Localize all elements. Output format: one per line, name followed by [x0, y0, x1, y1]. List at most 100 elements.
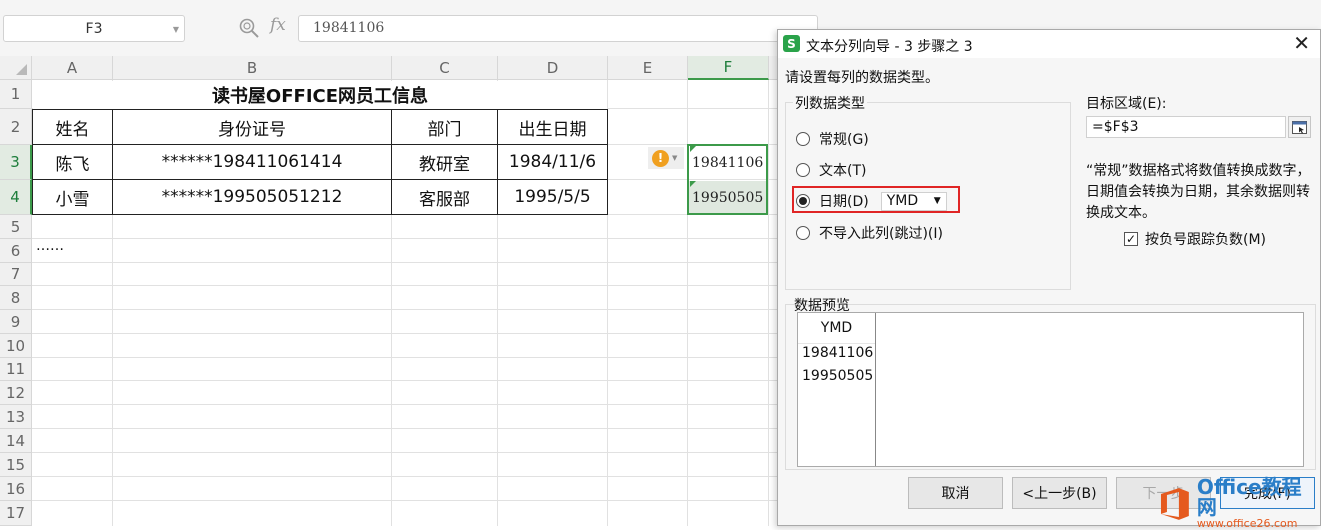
range-select-icon-graphic — [1292, 120, 1307, 134]
formula-input[interactable]: 19841106 — [298, 15, 818, 42]
ellipsis-cell[interactable]: …… — [36, 238, 64, 254]
preview-column-header: YMD — [798, 313, 875, 344]
column-header-e[interactable]: E — [608, 56, 688, 80]
radio-general[interactable]: 常规(G) — [796, 129, 869, 149]
row-header[interactable]: 3 — [0, 145, 32, 180]
radio-label: 常规(G) — [819, 132, 869, 148]
cancel-button[interactable]: 取消 — [908, 477, 1003, 509]
row-header[interactable]: 4 — [0, 180, 32, 215]
preview-row: 19841106 — [802, 345, 874, 361]
row-header[interactable]: 12 — [0, 381, 32, 405]
gridline — [32, 428, 792, 429]
range-select-icon[interactable] — [1288, 116, 1311, 138]
app-icon: S — [783, 35, 800, 52]
radio-label: 不导入此列(跳过)(I) — [819, 226, 943, 242]
name-box[interactable]: F3 ▼ — [3, 15, 185, 42]
data-preview-box[interactable]: YMD 19841106 19950505 — [797, 312, 1304, 467]
radio-button[interactable] — [796, 226, 810, 240]
destination-input[interactable]: =$F$3 — [1086, 116, 1286, 138]
gridline — [32, 380, 792, 381]
radio-button[interactable] — [796, 163, 810, 177]
zoom-icon[interactable] — [238, 17, 260, 39]
row-header[interactable]: 11 — [0, 358, 32, 381]
preview-row: 19950505 — [802, 368, 874, 384]
text-to-columns-dialog: S 文本分列向导 - 3 步骤之 3 ✕ 请设置每列的数据类型。 列数据类型 常… — [777, 29, 1321, 526]
radio-text[interactable]: 文本(T) — [796, 160, 866, 180]
date-format-value: YMD — [886, 193, 919, 209]
table-cell[interactable]: 客服部 — [391, 179, 498, 215]
radio-date[interactable]: 日期(D) YMD ▼ — [796, 191, 947, 211]
table-header-cell[interactable]: 出生日期 — [497, 109, 608, 145]
table-cell[interactable]: 小雪 — [32, 179, 113, 215]
row-header[interactable]: 7 — [0, 263, 32, 286]
column-header-d[interactable]: D — [498, 56, 608, 80]
f4-cell[interactable]: 19950505 — [688, 181, 768, 214]
select-all-corner[interactable] — [0, 56, 32, 80]
row-header[interactable]: 2 — [0, 109, 32, 145]
destination-label: 目标区域(E): — [1086, 96, 1167, 112]
row-header[interactable]: 8 — [0, 286, 32, 310]
dialog-title: 文本分列向导 - 3 步骤之 3 — [806, 39, 973, 55]
close-icon[interactable]: ✕ — [1293, 33, 1310, 53]
radio-button-selected[interactable] — [796, 194, 810, 208]
column-header-c[interactable]: C — [392, 56, 498, 80]
gridline — [32, 262, 792, 263]
row-header[interactable]: 14 — [0, 429, 32, 453]
error-smart-tag[interactable]: ! ▼ — [648, 147, 684, 169]
table-cell[interactable]: ******198411061414 — [112, 144, 392, 180]
radio-skip-column[interactable]: 不导入此列(跳过)(I) — [796, 223, 943, 243]
gridline — [768, 80, 769, 526]
row-header[interactable]: 1 — [0, 80, 32, 109]
table-header-cell[interactable]: 姓名 — [32, 109, 113, 145]
f3-cell[interactable]: 19841106 — [688, 146, 768, 179]
fx-icon[interactable]: fx — [270, 15, 286, 35]
chevron-down-icon[interactable]: ▼ — [173, 25, 179, 34]
table-cell[interactable]: 1984/11/6 — [497, 144, 608, 180]
row-header[interactable]: 13 — [0, 405, 32, 429]
negative-tracking-checkbox[interactable]: ✓ 按负号跟踪负数(M) — [1124, 229, 1266, 249]
back-button[interactable]: <上一步(B) — [1012, 477, 1107, 509]
column-header-a[interactable]: A — [32, 56, 113, 80]
gridline — [32, 357, 792, 358]
row-header[interactable]: 5 — [0, 215, 32, 239]
gridline — [32, 404, 792, 405]
row-header[interactable]: 6 — [0, 239, 32, 263]
dialog-titlebar[interactable]: S 文本分列向导 - 3 步骤之 3 ✕ — [778, 30, 1320, 58]
gridline — [32, 238, 792, 239]
radio-label: 日期(D) — [819, 194, 869, 210]
next-button[interactable]: 下一步 — [1116, 477, 1211, 509]
table-header-cell[interactable]: 部门 — [391, 109, 498, 145]
number-as-text-indicator — [690, 181, 696, 187]
table-cell[interactable]: 陈飞 — [32, 144, 113, 180]
radio-label: 文本(T) — [819, 163, 867, 179]
row-header[interactable]: 17 — [0, 501, 32, 526]
gridline — [32, 333, 792, 334]
column-header-b[interactable]: B — [113, 56, 392, 80]
row-header[interactable]: 15 — [0, 453, 32, 477]
column-type-group-label: 列数据类型 — [793, 93, 867, 113]
table-cell[interactable]: ******199505051212 — [112, 179, 392, 215]
gridline — [32, 476, 792, 477]
gridline — [32, 309, 792, 310]
checkbox-check-icon[interactable]: ✓ — [1124, 232, 1138, 246]
preview-column[interactable]: YMD 19841106 19950505 — [798, 313, 876, 466]
radio-button[interactable] — [796, 132, 810, 146]
name-box-value: F3 — [85, 20, 103, 37]
chevron-down-icon: ▼ — [933, 196, 941, 206]
number-as-text-indicator — [690, 146, 696, 152]
row-header[interactable]: 16 — [0, 477, 32, 501]
checkbox-label: 按负号跟踪负数(M) — [1145, 232, 1267, 248]
table-header-cell[interactable]: 身份证号 — [112, 109, 392, 145]
gridline — [32, 452, 792, 453]
table-cell[interactable]: 1995/5/5 — [497, 179, 608, 215]
finish-button[interactable]: 完成(F) — [1220, 477, 1315, 509]
date-format-select[interactable]: YMD ▼ — [880, 191, 947, 211]
row-header[interactable]: 9 — [0, 310, 32, 334]
sheet-title-cell[interactable]: 读书屋OFFICE网员工信息 — [33, 81, 607, 109]
table-cell[interactable]: 教研室 — [391, 144, 498, 180]
row-header[interactable]: 10 — [0, 334, 32, 358]
chevron-down-icon: ▼ — [672, 154, 678, 162]
column-header-f[interactable]: F — [688, 56, 769, 80]
gridline — [32, 285, 792, 286]
instruction-text: 请设置每列的数据类型。 — [785, 70, 939, 86]
